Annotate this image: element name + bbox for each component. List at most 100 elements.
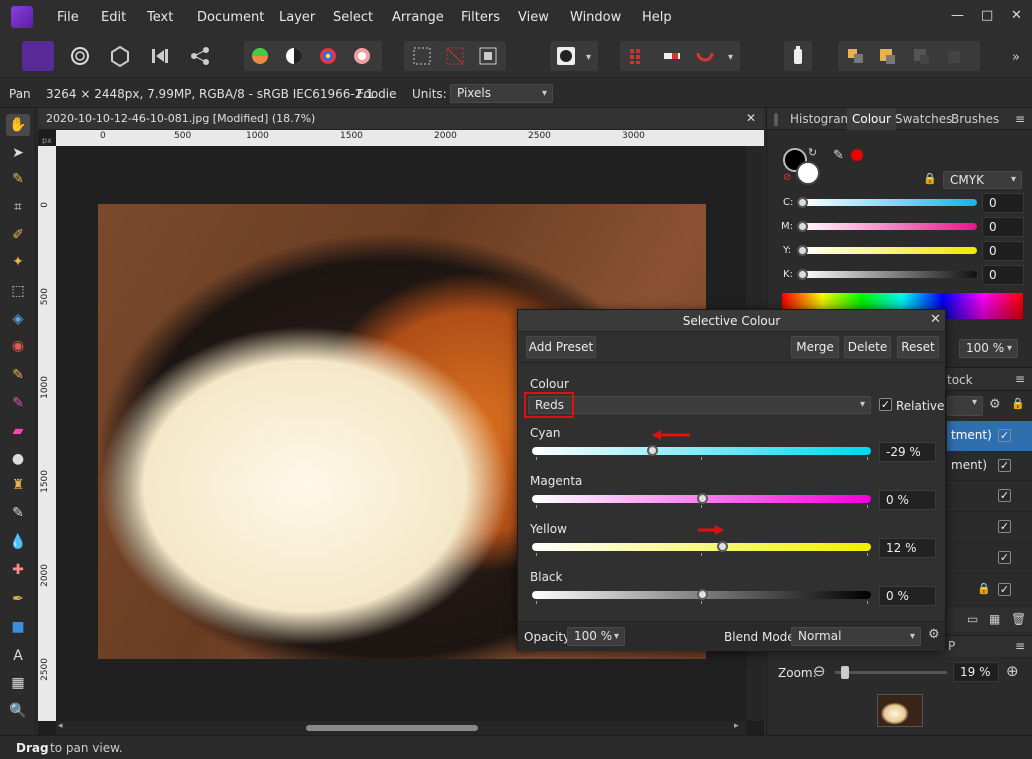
eyedropper-icon[interactable]: ✎ <box>833 148 844 163</box>
toolbar-overflow-icon[interactable]: » <box>1006 41 1030 71</box>
gradient-tool-icon[interactable]: ◉ <box>6 335 30 357</box>
units-select[interactable]: Pixels <box>450 84 553 103</box>
close-window-button[interactable]: ✕ <box>1011 8 1022 23</box>
menu-edit[interactable]: Edit <box>101 10 126 25</box>
zoom-value[interactable]: 19 % <box>953 662 999 682</box>
scroll-left-icon[interactable]: ◂ <box>58 721 63 731</box>
assistant-icon[interactable] <box>784 41 812 71</box>
minimize-button[interactable]: — <box>951 8 964 23</box>
cyan-value[interactable]: -29 % <box>879 442 936 462</box>
blend-mode-select-fragment[interactable] <box>947 396 983 416</box>
dialog-close-icon[interactable]: ✕ <box>930 312 941 327</box>
opacity-select[interactable]: 100 % <box>567 627 625 646</box>
dialog-titlebar[interactable]: Selective Colour ✕ <box>518 310 945 332</box>
horizontal-scrollbar[interactable]: ◂ ▸ <box>56 721 746 735</box>
yellow-value[interactable]: 12 % <box>879 538 936 558</box>
secondary-colour-swatch[interactable] <box>796 161 820 185</box>
shape-tool-icon[interactable]: ■ <box>6 616 30 638</box>
panel-grip-icon[interactable]: ‖ <box>773 112 779 126</box>
zoom-tool-icon[interactable]: 🔍 <box>6 700 30 722</box>
layer-row-selected[interactable]: tment) ✓ <box>947 421 1032 451</box>
delete-layer-icon[interactable]: 🗑 <box>1011 612 1026 626</box>
menu-view[interactable]: View <box>518 10 549 25</box>
yellow-channel-knob[interactable] <box>797 245 808 256</box>
healing-tool-icon[interactable]: ✚ <box>6 559 30 581</box>
maximize-button[interactable]: □ <box>981 8 993 23</box>
scroll-right-icon[interactable]: ▸ <box>734 721 739 731</box>
tab-swatches[interactable]: Swatches <box>895 112 952 126</box>
horizontal-scroll-thumb[interactable] <box>306 725 478 731</box>
black-channel-slider[interactable] <box>801 271 977 278</box>
colour-opacity-select[interactable]: 100 % <box>959 339 1018 358</box>
colour-model-select[interactable]: CMYK <box>943 171 1022 189</box>
no-colour-icon[interactable]: ⊘ <box>783 172 791 183</box>
selection-brush-tool-icon[interactable]: ✐ <box>6 224 30 246</box>
layer-row[interactable]: ✓ <box>947 512 1032 543</box>
layer-lock-icon[interactable]: 🔒 <box>977 582 991 595</box>
close-document-icon[interactable]: ✕ <box>746 111 756 125</box>
develop-persona-icon[interactable] <box>104 41 136 71</box>
magenta-channel-knob[interactable] <box>797 221 808 232</box>
layer-row-background[interactable]: 🔒 ✓ <box>947 574 1032 606</box>
layer-visibility-checkbox[interactable]: ✓ <box>998 489 1011 502</box>
layers-menu-icon[interactable]: ≡ <box>1015 372 1025 386</box>
magenta-value[interactable]: 0 % <box>879 490 936 510</box>
lock-icon[interactable]: 🔒 <box>923 172 937 185</box>
layer-visibility-checkbox[interactable]: ✓ <box>998 551 1011 564</box>
merge-button[interactable]: Merge <box>791 336 839 358</box>
panel-menu-icon[interactable]: ≡ <box>1015 112 1025 126</box>
dodge-tool-icon[interactable]: ● <box>6 448 30 470</box>
liquify-persona-icon[interactable] <box>64 41 96 71</box>
text-tool-icon[interactable]: A <box>6 645 30 667</box>
erase-tool-icon[interactable]: ▰ <box>6 420 30 442</box>
menu-help[interactable]: Help <box>642 10 672 25</box>
menu-file[interactable]: File <box>57 10 79 25</box>
zoom-slider[interactable] <box>835 671 947 674</box>
zoom-out-icon[interactable]: ⊖ <box>813 662 826 680</box>
layer-lock-icon[interactable]: 🔒 <box>1011 397 1025 410</box>
menu-text[interactable]: Text <box>147 10 173 25</box>
tab-navigator-fragment[interactable]: P <box>948 639 955 653</box>
black-slider-knob[interactable] <box>696 589 708 600</box>
relative-checkbox[interactable]: ✓ <box>879 398 892 411</box>
marquee-tool-icon[interactable]: ⬚ <box>6 280 30 302</box>
layer-visibility-checkbox[interactable]: ✓ <box>998 583 1011 596</box>
menu-window[interactable]: Window <box>570 10 621 25</box>
flood-select-tool-icon[interactable]: ✦ <box>6 251 30 273</box>
cyan-channel-value[interactable]: 0 <box>982 193 1024 213</box>
preset-name[interactable]: Foodie <box>357 87 397 101</box>
cyan-slider[interactable] <box>532 447 871 455</box>
menu-layer[interactable]: Layer <box>279 10 315 25</box>
add-preset-button[interactable]: Add Preset <box>526 336 596 358</box>
new-pixel-layer-icon[interactable]: ▦ <box>989 612 1000 626</box>
magenta-slider-knob[interactable] <box>696 493 708 504</box>
layer-row[interactable]: ment) ✓ <box>947 451 1032 481</box>
magenta-channel-slider[interactable] <box>801 223 977 230</box>
layer-row[interactable]: ✓ <box>947 481 1032 512</box>
picked-colour-swatch[interactable] <box>851 149 863 161</box>
black-channel-value[interactable]: 0 <box>982 265 1024 285</box>
dialog-settings-icon[interactable]: ⚙ <box>928 627 940 642</box>
layer-visibility-checkbox[interactable]: ✓ <box>998 520 1011 533</box>
color-replace-tool-icon[interactable]: ✎ <box>6 392 30 414</box>
clone-tool-icon[interactable]: ♜ <box>6 474 30 496</box>
layer-visibility-checkbox[interactable]: ✓ <box>998 429 1011 442</box>
layer-visibility-checkbox[interactable]: ✓ <box>998 459 1011 472</box>
layer-settings-icon[interactable]: ⚙ <box>989 397 1001 412</box>
export-persona-icon[interactable] <box>184 41 216 71</box>
crop-tool-icon[interactable]: ⌗ <box>6 196 30 218</box>
swap-colours-icon[interactable]: ↻ <box>808 146 817 159</box>
cyan-channel-slider[interactable] <box>801 199 977 206</box>
menu-document[interactable]: Document <box>197 10 264 25</box>
tab-histogram[interactable]: Histogram <box>790 112 852 126</box>
navigator-menu-icon[interactable]: ≡ <box>1015 639 1025 653</box>
blur-tool-icon[interactable]: ✎ <box>6 502 30 524</box>
layer-row[interactable]: ✓ <box>947 543 1032 574</box>
tab-colour[interactable]: Colour <box>847 108 896 130</box>
reset-button[interactable]: Reset <box>897 336 939 358</box>
tab-brushes[interactable]: Brushes <box>951 112 999 126</box>
move-tool-icon[interactable]: ➤ <box>6 142 30 164</box>
sharpen-tool-icon[interactable]: 💧 <box>6 531 30 553</box>
yellow-slider[interactable] <box>532 543 871 551</box>
blend-mode-select[interactable]: Normal <box>791 627 921 646</box>
